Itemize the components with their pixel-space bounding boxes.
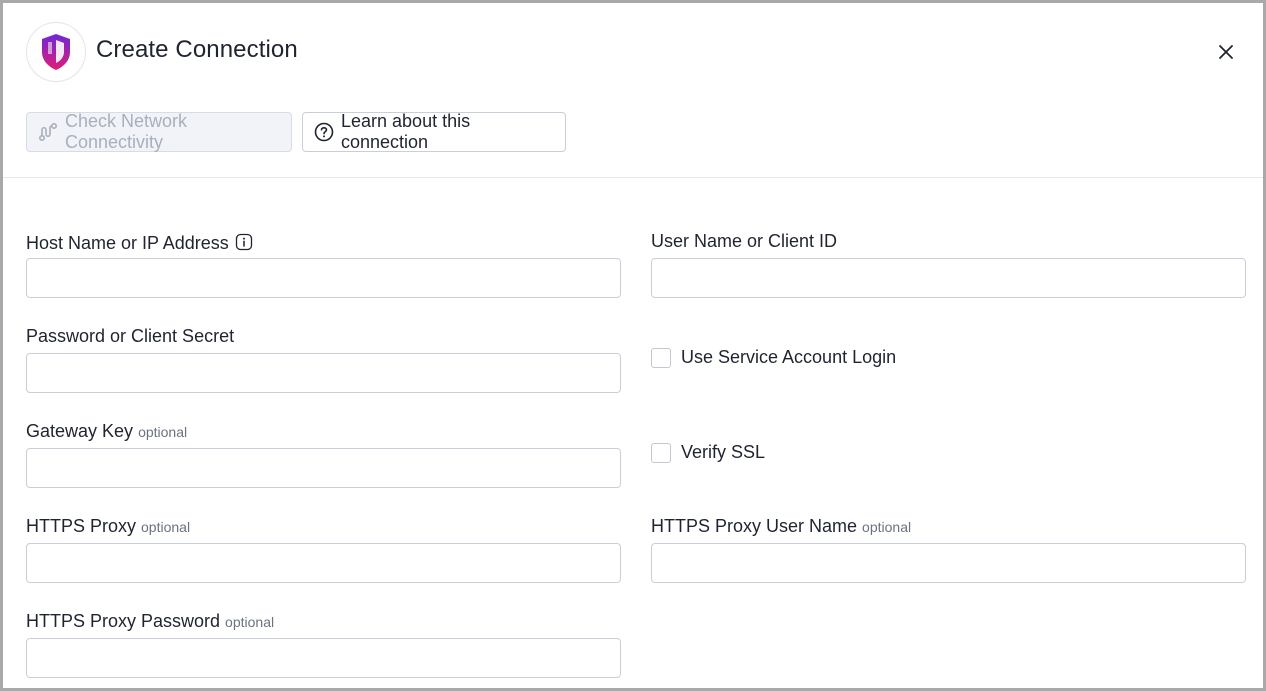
learn-about-connection-label: Learn about this connection <box>341 111 471 152</box>
password-label: Password or Client Secret <box>26 326 234 347</box>
optional-tag: optional <box>141 519 191 535</box>
username-label: User Name or Client ID <box>651 231 837 252</box>
check-network-label: Check Network Connectivity <box>65 111 188 152</box>
service-account-checkbox[interactable] <box>651 347 671 368</box>
verify-ssl-label: Verify SSL <box>681 442 766 462</box>
gateway-key-label-text: Gateway Key <box>26 421 134 441</box>
info-icon[interactable] <box>235 233 253 251</box>
connection-logo <box>26 22 86 82</box>
service-account-checkbox-row[interactable]: Use Service Account Login <box>651 347 896 368</box>
https-proxy-password-label: HTTPS Proxy Password optional <box>26 611 274 632</box>
https-proxy-password-input[interactable] <box>26 638 621 678</box>
shield-logo-icon <box>42 34 70 70</box>
verify-ssl-checkbox[interactable] <box>651 442 671 463</box>
optional-tag: optional <box>138 424 188 440</box>
https-proxy-password-label-text: HTTPS Proxy Password <box>26 611 221 631</box>
https-proxy-label-text: HTTPS Proxy <box>26 516 137 536</box>
username-input[interactable] <box>651 258 1246 298</box>
check-network-button[interactable]: Check Network Connectivity <box>26 111 292 152</box>
verify-ssl-checkbox-row[interactable]: Verify SSL <box>651 442 765 463</box>
learn-about-connection-button[interactable]: Learn about this connection <box>302 111 566 152</box>
https-proxy-user-label: HTTPS Proxy User Name optional <box>651 516 911 537</box>
route-icon <box>38 122 58 142</box>
help-circle-icon <box>314 122 334 142</box>
password-input[interactable] <box>26 353 621 393</box>
dialog-title: Create Connection <box>96 36 298 63</box>
gateway-key-input[interactable] <box>26 448 621 488</box>
host-label-text: Host Name or IP Address <box>26 233 229 253</box>
service-account-label: Use Service Account Login <box>681 347 897 367</box>
close-button[interactable] <box>1212 38 1240 66</box>
https-proxy-label: HTTPS Proxy optional <box>26 516 190 537</box>
close-icon <box>1219 45 1233 59</box>
dialog-header: Create Connection Check Network Connecti… <box>0 0 1266 178</box>
https-proxy-user-label-text: HTTPS Proxy User Name <box>651 516 858 536</box>
optional-tag: optional <box>862 519 912 535</box>
host-label: Host Name or IP Address <box>26 231 253 254</box>
username-label-text: User Name or Client ID <box>651 231 838 251</box>
password-label-text: Password or Client Secret <box>26 326 235 346</box>
gateway-key-label: Gateway Key optional <box>26 421 187 442</box>
https-proxy-input[interactable] <box>26 543 621 583</box>
https-proxy-user-input[interactable] <box>651 543 1246 583</box>
optional-tag: optional <box>225 614 275 630</box>
host-input[interactable] <box>26 258 621 298</box>
